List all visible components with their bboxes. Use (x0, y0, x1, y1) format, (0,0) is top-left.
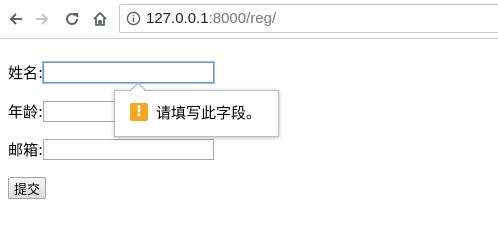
email-label: 邮箱: (8, 140, 44, 159)
reload-button[interactable] (62, 9, 82, 29)
back-arrow-icon (9, 13, 22, 25)
email-row: 邮箱: (8, 139, 215, 160)
warning-icon: ! (130, 103, 148, 121)
name-row: 姓名: (8, 62, 215, 83)
submit-button[interactable]: 提交 (8, 177, 47, 199)
email-input[interactable] (43, 139, 215, 160)
reload-icon (66, 12, 78, 25)
home-icon (93, 12, 107, 26)
back-button[interactable] (6, 9, 26, 29)
name-input[interactable] (43, 62, 215, 83)
name-label: 姓名: (8, 63, 44, 82)
age-row: 年龄: (8, 101, 116, 122)
url-path: :8000/reg/ (208, 10, 277, 27)
forward-button[interactable] (32, 9, 52, 29)
address-bar[interactable]: 127.0.0.1:8000/reg/ (119, 4, 498, 33)
age-label: 年龄: (8, 102, 44, 121)
url-text[interactable]: 127.0.0.1:8000/reg/ (146, 10, 276, 28)
validation-tooltip: ! 请填写此字段。 (114, 82, 279, 137)
validation-message: 请填写此字段。 (156, 104, 262, 122)
browser-toolbar: 127.0.0.1:8000/reg/ (0, 0, 498, 39)
forward-arrow-icon (36, 13, 49, 25)
age-input[interactable] (43, 101, 116, 122)
tooltip-arrow (130, 84, 146, 92)
url-host: 127.0.0.1 (146, 10, 209, 27)
home-button[interactable] (90, 9, 110, 29)
info-icon[interactable] (126, 11, 141, 26)
